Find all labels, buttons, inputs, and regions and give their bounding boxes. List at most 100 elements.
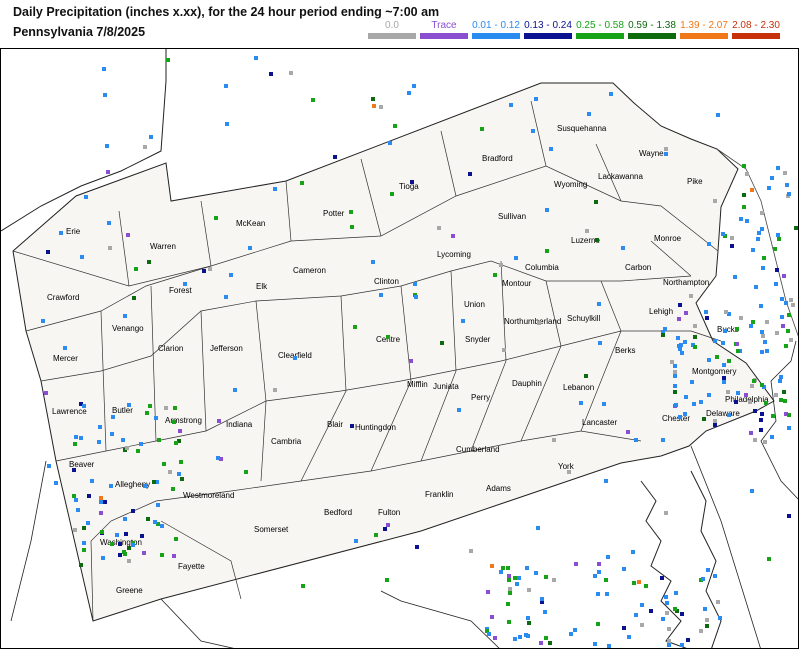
station-marker: [301, 584, 305, 588]
station-marker: [109, 484, 113, 488]
station-marker: [126, 233, 130, 237]
station-marker: [784, 301, 788, 305]
station-marker: [311, 98, 315, 102]
county-label-somerset: Somerset: [254, 525, 289, 534]
county-label-northumberland: Northumberland: [504, 317, 561, 326]
county-label-juniata: Juniata: [433, 382, 459, 391]
legend-label: 0.13 - 0.24: [524, 20, 572, 31]
station-marker: [506, 566, 510, 570]
station-marker: [604, 578, 608, 582]
station-marker: [47, 464, 51, 468]
station-marker: [383, 527, 387, 531]
station-marker: [148, 404, 152, 408]
station-marker: [634, 613, 638, 617]
station-marker: [412, 84, 416, 88]
county-label-blair: Blair: [327, 420, 343, 429]
station-marker: [699, 400, 703, 404]
station-marker: [598, 341, 602, 345]
station-marker: [742, 205, 746, 209]
station-marker: [664, 152, 668, 156]
station-marker: [123, 314, 127, 318]
station-marker: [640, 603, 644, 607]
station-marker: [350, 424, 354, 428]
county-label-crawford: Crawford: [47, 293, 79, 302]
map-canvas: Erie Warren McKean Potter Tioga Bradford…: [1, 49, 798, 648]
station-marker: [716, 113, 720, 117]
station-marker: [333, 155, 337, 159]
station-marker: [707, 242, 711, 246]
station-marker: [385, 578, 389, 582]
station-marker: [667, 643, 671, 647]
station-marker: [254, 56, 258, 60]
station-marker: [602, 402, 606, 406]
station-marker: [750, 188, 754, 192]
station-marker: [763, 440, 767, 444]
station-marker: [179, 460, 183, 464]
station-marker: [86, 521, 90, 525]
legend-label: 0.25 - 0.58: [576, 20, 624, 31]
station-marker: [787, 313, 791, 317]
station-marker: [248, 246, 252, 250]
legend-label: Trace: [431, 20, 457, 31]
station-marker: [594, 200, 598, 204]
station-marker: [173, 406, 177, 410]
station-marker: [390, 192, 394, 196]
legend-label: 0.01 - 0.12: [472, 20, 520, 31]
station-marker: [490, 615, 494, 619]
station-marker: [774, 282, 778, 286]
station-marker: [634, 438, 638, 442]
legend-item-trace: Trace: [418, 20, 470, 39]
station-marker: [678, 415, 682, 419]
station-marker: [168, 470, 172, 474]
legend-swatch: [680, 33, 728, 39]
station-marker: [759, 428, 763, 432]
station-marker: [79, 436, 83, 440]
station-marker: [606, 555, 610, 559]
station-marker: [103, 93, 107, 97]
station-marker: [585, 229, 589, 233]
station-marker: [502, 348, 506, 352]
station-marker: [518, 635, 522, 639]
station-marker: [660, 576, 664, 580]
county-label-bedford: Bedford: [324, 508, 352, 517]
station-marker: [97, 440, 101, 444]
legend-swatch: [576, 33, 624, 39]
station-marker: [244, 470, 248, 474]
map-header: Daily Precipitation (inches x.xx), for t…: [0, 0, 800, 48]
county-label-cambria: Cambria: [271, 437, 302, 446]
station-marker: [214, 216, 218, 220]
station-marker: [627, 635, 631, 639]
station-marker: [72, 494, 76, 498]
station-marker: [273, 187, 277, 191]
station-marker: [152, 480, 156, 484]
station-marker: [767, 186, 771, 190]
legend-item-0-59-1-38: 0.59 - 1.38: [626, 20, 678, 39]
station-marker: [760, 211, 764, 215]
county-label-fulton: Fulton: [378, 508, 400, 517]
station-marker: [440, 341, 444, 345]
station-marker: [777, 237, 781, 241]
station-marker: [76, 508, 80, 512]
county-label-berks: Berks: [615, 346, 635, 355]
county-label-armstrong: Armstrong: [165, 416, 202, 425]
station-marker: [493, 636, 497, 640]
station-marker: [354, 539, 358, 543]
station-marker: [677, 317, 681, 321]
station-marker: [517, 576, 521, 580]
station-marker: [680, 643, 684, 647]
county-label-bradford: Bradford: [482, 154, 513, 163]
county-label-westmoreland: Westmoreland: [183, 491, 234, 500]
station-marker: [105, 144, 109, 148]
county-label-cumberland: Cumberland: [456, 445, 500, 454]
station-marker: [539, 641, 543, 645]
station-marker: [644, 584, 648, 588]
station-marker: [760, 330, 764, 334]
station-marker: [393, 124, 397, 128]
station-marker: [573, 628, 577, 632]
station-marker: [684, 395, 688, 399]
station-marker: [103, 500, 107, 504]
station-marker: [549, 147, 553, 151]
station-marker: [513, 637, 517, 641]
county-label-clinton: Clinton: [374, 277, 399, 286]
county-label-delaware: Delaware: [706, 409, 740, 418]
